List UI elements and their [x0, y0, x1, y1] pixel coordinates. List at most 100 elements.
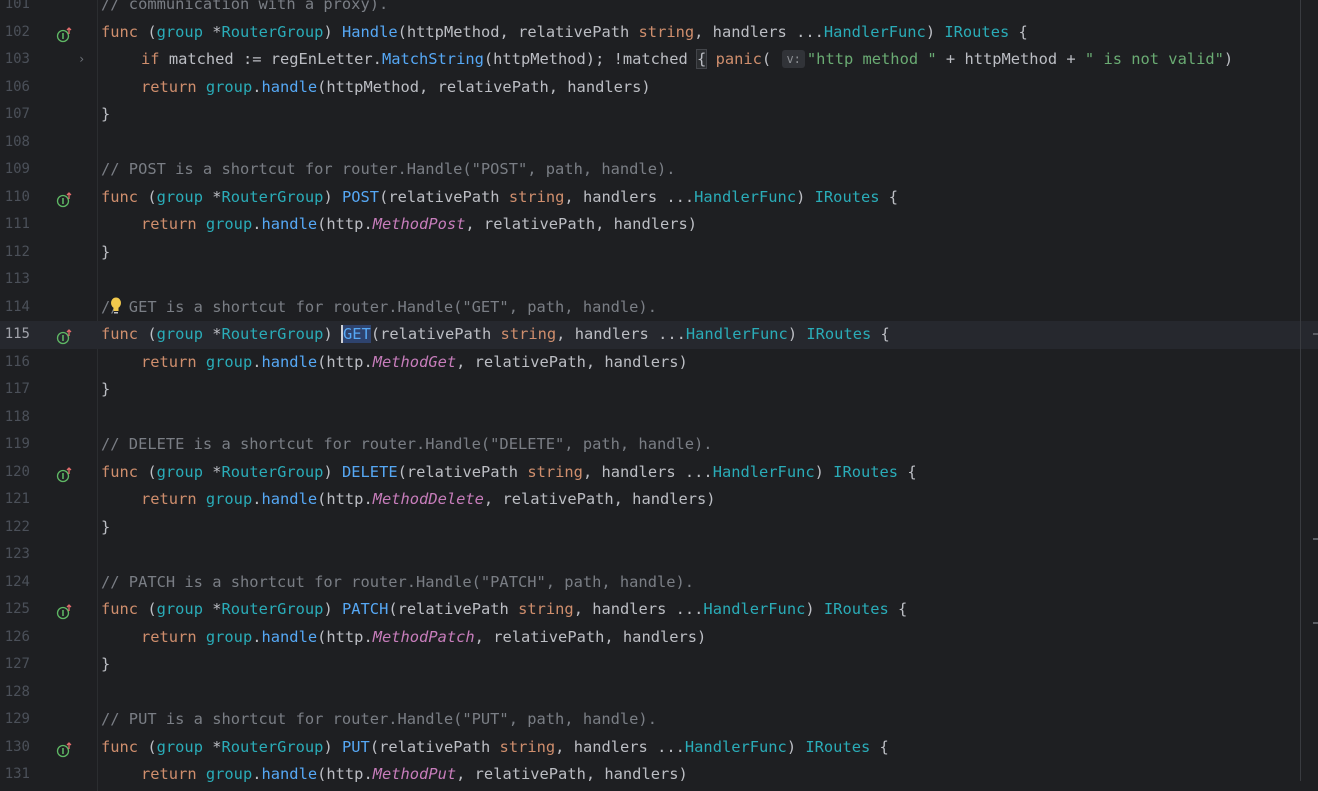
svg-text:I: I — [62, 747, 65, 756]
code-text: // DELETE is a shortcut for router.Handl… — [101, 431, 713, 459]
implements-interface-icon[interactable]: I — [56, 465, 72, 482]
line-number[interactable]: 127 — [0, 651, 30, 679]
scrollbar-marker[interactable] — [1313, 333, 1318, 335]
line-number[interactable]: 107 — [0, 101, 30, 129]
line-number[interactable]: 130 — [0, 734, 30, 762]
code-line[interactable]: 127} — [0, 651, 1318, 679]
line-number[interactable]: 120 — [0, 459, 30, 487]
line-number[interactable]: 119 — [0, 431, 30, 459]
code-line[interactable]: 125 Ifunc (group *RouterGroup) PATCH(rela… — [0, 596, 1318, 624]
code-line[interactable]: 108 — [0, 129, 1318, 157]
line-number[interactable]: 101 — [0, 0, 30, 19]
code-token: } — [101, 380, 111, 398]
code-line[interactable]: 118 — [0, 404, 1318, 432]
code-line[interactable]: 107} — [0, 101, 1318, 129]
code-line[interactable]: 113 — [0, 266, 1318, 294]
folded-block[interactable]: { — [695, 49, 708, 69]
line-number[interactable]: 108 — [0, 129, 30, 157]
line-number[interactable]: 115 — [0, 321, 30, 349]
line-number[interactable]: 118 — [0, 404, 30, 432]
code-line[interactable]: 123 — [0, 541, 1318, 569]
lightbulb-icon[interactable] — [110, 297, 122, 315]
code-token: PUT — [342, 737, 370, 756]
code-token: group — [156, 600, 203, 618]
code-token: ) — [323, 187, 342, 206]
code-token: ( — [147, 22, 157, 41]
svg-text:I: I — [62, 472, 65, 481]
line-number[interactable]: 129 — [0, 706, 30, 734]
line-number[interactable]: 125 — [0, 596, 30, 624]
code-line[interactable]: 110 Ifunc (group *RouterGroup) POST(relat… — [0, 184, 1318, 212]
line-number[interactable]: 111 — [0, 211, 30, 239]
implements-interface-icon[interactable]: I — [56, 602, 72, 620]
code-line[interactable]: 112} — [0, 239, 1318, 267]
code-token: ) — [323, 737, 342, 756]
code-token: ( — [761, 50, 781, 68]
code-line[interactable]: 114 // GET is a shortcut for router.Handl… — [0, 294, 1318, 322]
line-number[interactable]: 117 — [0, 376, 30, 404]
code-token: string — [500, 325, 557, 343]
line-number[interactable]: 126 — [0, 624, 30, 652]
line-number[interactable]: 124 — [0, 569, 30, 597]
code-line[interactable]: 131 return group.handle(http.MethodPut, r… — [0, 761, 1318, 789]
code-token: ( — [147, 187, 157, 206]
code-token: return — [141, 765, 206, 783]
code-token: ( — [147, 737, 157, 756]
line-number[interactable]: 110 — [0, 184, 30, 212]
code-line[interactable]: 109 // POST is a shortcut for router.Hand… — [0, 156, 1318, 184]
line-number[interactable]: 122 — [0, 514, 30, 542]
line-number[interactable]: 109 — [0, 156, 30, 184]
code-line[interactable]: 115 Ifunc (group *RouterGroup) GET(relati… — [0, 321, 1318, 349]
line-number[interactable]: 116 — [0, 349, 30, 377]
line-number[interactable]: 103 — [0, 46, 30, 74]
code-line[interactable]: 122} — [0, 514, 1318, 542]
line-number[interactable]: 102 — [0, 19, 30, 47]
line-number[interactable]: 106 — [0, 74, 30, 102]
code-line[interactable]: 130 Ifunc (group *RouterGroup) PUT(relati… — [0, 734, 1318, 762]
code-line[interactable]: 117} — [0, 376, 1318, 404]
implements-interface-icon[interactable]: I — [56, 190, 72, 207]
code-line[interactable]: 129 // PUT is a shortcut for router.Handl… — [0, 706, 1318, 734]
code-line[interactable]: 101 // communication with a proxy). — [0, 0, 1318, 19]
code-line[interactable]: 119 // DELETE is a shortcut for router.Ha… — [0, 431, 1318, 459]
implements-interface-icon[interactable]: I — [56, 740, 72, 757]
code-token: func — [101, 187, 148, 206]
code-line[interactable]: 121 return group.handle(http.MethodDelete… — [0, 486, 1318, 514]
code-token: RouterGroup — [221, 737, 324, 756]
line-number[interactable]: 128 — [0, 679, 30, 707]
code-token: (httpMethod, relativePath — [397, 22, 639, 41]
line-number[interactable]: 114 — [0, 294, 30, 322]
code-token: MethodGet — [372, 352, 457, 371]
code-token: // PATCH is a shortcut for router.Handle… — [101, 572, 695, 591]
code-token: func — [101, 462, 148, 481]
line-number[interactable]: 123 — [0, 541, 30, 569]
code-token: (relativePath — [379, 187, 509, 206]
code-line[interactable]: 106 return group.handle(httpMethod, relat… — [0, 74, 1318, 102]
code-token: PATCH — [342, 600, 389, 618]
code-editor[interactable]: 101 // communication with a proxy). 102 Ifu… — [0, 0, 1318, 791]
code-line[interactable]: 126 return group.handle(http.MethodPatch,… — [0, 624, 1318, 652]
code-token: { — [871, 325, 890, 343]
implements-interface-icon[interactable]: I — [56, 327, 72, 345]
chevron-right-icon[interactable]: › — [78, 46, 85, 74]
line-number[interactable]: 121 — [0, 486, 30, 514]
code-line[interactable]: 102 Ifunc (group *RouterGroup) Handle(htt… — [0, 19, 1318, 47]
code-token: string — [518, 600, 574, 618]
code-line[interactable]: 111 return group.handle(http.MethodPost, … — [0, 211, 1318, 239]
scrollbar-marker[interactable] — [1313, 538, 1318, 540]
implements-interface-icon[interactable]: I — [56, 25, 72, 42]
line-number[interactable]: 131 — [0, 761, 30, 789]
line-number[interactable]: 112 — [0, 239, 30, 267]
code-line[interactable]: 120 Ifunc (group *RouterGroup) DELETE(rel… — [0, 459, 1318, 487]
code-token: , handlers ... — [555, 737, 685, 756]
code-token: , handlers ... — [694, 22, 824, 41]
code-token: return — [141, 77, 206, 96]
code-line[interactable]: 124 // PATCH is a shortcut for router.Han… — [0, 569, 1318, 597]
scrollbar-marker[interactable] — [1313, 622, 1318, 624]
code-line[interactable]: 103 › if matched := regEnLetter.MatchStrin… — [0, 46, 1318, 74]
code-token: handle — [261, 352, 318, 371]
code-line[interactable]: 116 return group.handle(http.MethodGet, r… — [0, 349, 1318, 377]
code-line[interactable]: 128 — [0, 679, 1318, 707]
line-number[interactable]: 113 — [0, 266, 30, 294]
code-token: ( — [147, 600, 157, 618]
